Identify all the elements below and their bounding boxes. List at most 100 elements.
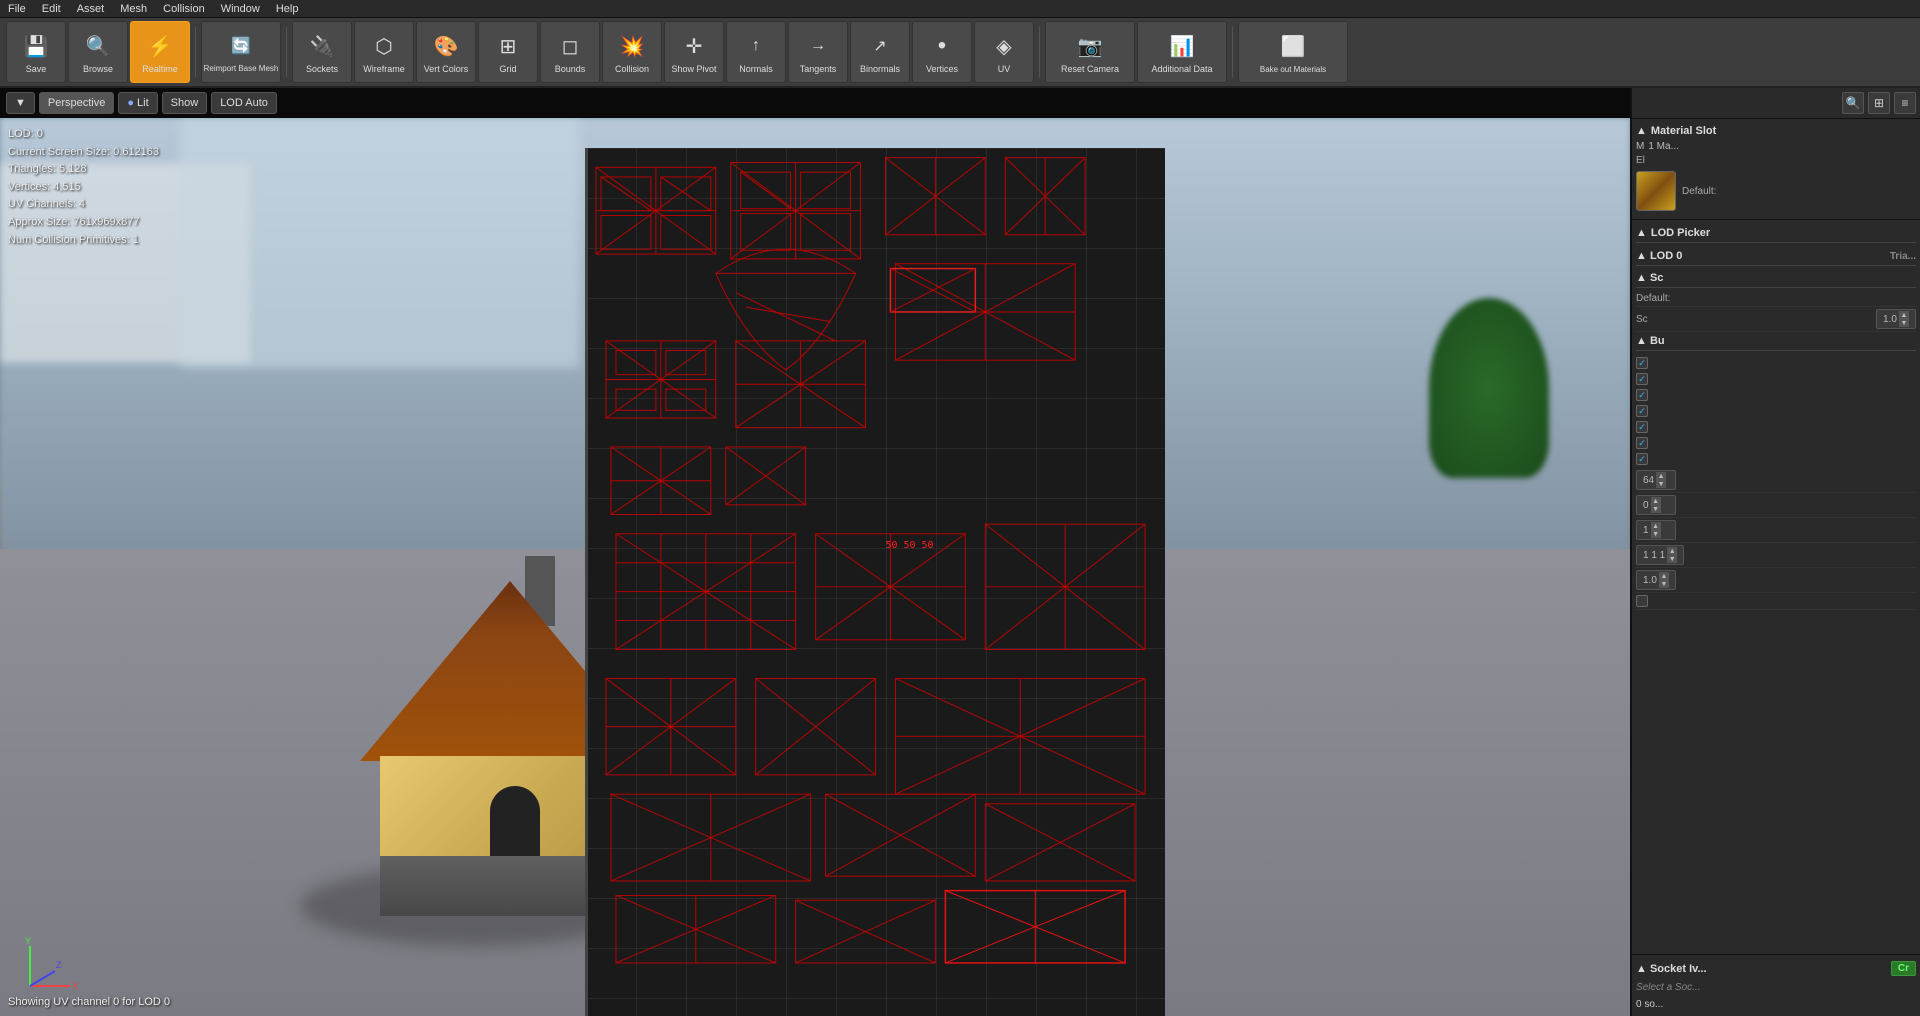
lod-val-64[interactable]: 64 ▲ ▼ bbox=[1636, 470, 1676, 490]
checkbox-1[interactable] bbox=[1636, 357, 1648, 369]
lit-label: Lit bbox=[137, 97, 149, 109]
binormals-button[interactable]: ↗ Binormals bbox=[850, 21, 910, 83]
rp-grid-button[interactable]: ⊞ bbox=[1868, 92, 1890, 114]
perspective-label: Perspective bbox=[48, 97, 105, 109]
lod-default-label: Default: bbox=[1636, 293, 1670, 304]
val64-down[interactable]: ▼ bbox=[1656, 480, 1666, 488]
stat-lod: LOD: 0 bbox=[8, 126, 159, 144]
perspective-button[interactable]: Perspective bbox=[39, 92, 114, 114]
uv-icon: ◈ bbox=[988, 30, 1020, 62]
socket-title-label: Socket Iv... bbox=[1650, 963, 1707, 975]
socket-empty-label: Select a Soc... bbox=[1636, 978, 1916, 997]
realtime-icon: ⚡ bbox=[144, 30, 176, 62]
menu-file[interactable]: File bbox=[8, 3, 26, 15]
material-swatch[interactable] bbox=[1636, 171, 1676, 211]
svg-text:X: X bbox=[72, 981, 78, 991]
show-pivot-button[interactable]: ✛ Show Pivot bbox=[664, 21, 724, 83]
additional-data-button[interactable]: 📊 Additional Data bbox=[1137, 21, 1227, 83]
lod-0-info: Tria... bbox=[1890, 251, 1916, 262]
scale-up-button[interactable]: ▲ bbox=[1899, 311, 1909, 319]
mat-el-label: El bbox=[1636, 154, 1916, 167]
checkbox-row-6 bbox=[1636, 436, 1916, 450]
sockets-button[interactable]: 🔌 Sockets bbox=[292, 21, 352, 83]
uv-panel[interactable]: 50 50 50 bbox=[585, 148, 1165, 1016]
material-slot-header[interactable]: ▲ Material Slot bbox=[1636, 123, 1916, 139]
viewport-dropdown-button[interactable]: ▼ bbox=[6, 92, 35, 114]
collision-label: Collision bbox=[615, 64, 649, 74]
viewport-area[interactable]: ▼ Perspective ● Lit Show LOD Auto LOD: 0… bbox=[0, 88, 1630, 1016]
vert-colors-button[interactable]: 🎨 Vert Colors bbox=[416, 21, 476, 83]
val111-up[interactable]: ▲ bbox=[1667, 547, 1677, 555]
lod-picker-title: ▲ LOD Picker bbox=[1636, 224, 1916, 243]
stat-triangles: Triangles: 5,128 bbox=[8, 161, 159, 179]
checkbox-6[interactable] bbox=[1636, 437, 1648, 449]
val0-down[interactable]: ▼ bbox=[1651, 505, 1661, 513]
val10-up[interactable]: ▲ bbox=[1659, 572, 1669, 580]
toolbar-separator-2 bbox=[286, 27, 287, 77]
viewport-axes: X Y Z bbox=[20, 936, 80, 996]
socket-create-button[interactable]: Cr bbox=[1891, 961, 1916, 976]
bounds-button[interactable]: ◻ Bounds bbox=[540, 21, 600, 83]
menu-edit[interactable]: Edit bbox=[42, 3, 61, 15]
val64-up[interactable]: ▲ bbox=[1656, 472, 1666, 480]
scale-down-button[interactable]: ▼ bbox=[1899, 319, 1909, 327]
checkbox-2[interactable] bbox=[1636, 373, 1648, 385]
grid-button[interactable]: ⊞ Grid bbox=[478, 21, 538, 83]
reset-camera-button[interactable]: 📷 Reset Camera bbox=[1045, 21, 1135, 83]
wireframe-icon: ⬡ bbox=[368, 30, 400, 62]
uv-button[interactable]: ◈ UV bbox=[974, 21, 1034, 83]
checkbox-final[interactable] bbox=[1636, 595, 1648, 607]
viewport-controls: ▼ Perspective ● Lit Show LOD Auto bbox=[0, 88, 1630, 118]
val111-down[interactable]: ▼ bbox=[1667, 555, 1677, 563]
menu-help[interactable]: Help bbox=[276, 3, 299, 15]
rp-search-button[interactable]: 🔍 bbox=[1842, 92, 1864, 114]
toolbar: 💾 Save 🔍 Browse ⚡ Realtime 🔄 Reimport Ba… bbox=[0, 18, 1920, 88]
realtime-button[interactable]: ⚡ Realtime bbox=[130, 21, 190, 83]
lod-val-1[interactable]: 1 ▲ ▼ bbox=[1636, 520, 1676, 540]
bake-out-button[interactable]: ⬜ Bake out Materials bbox=[1238, 21, 1348, 83]
reset-camera-label: Reset Camera bbox=[1061, 64, 1119, 74]
vertices-button[interactable]: • Vertices bbox=[912, 21, 972, 83]
material-slot-title: Material Slot bbox=[1651, 125, 1716, 137]
reimport-icon: 🔄 bbox=[225, 30, 257, 62]
tangents-icon: → bbox=[802, 30, 834, 62]
mat-slot-label: 1 Ma... bbox=[1648, 141, 1679, 152]
val1-down[interactable]: ▼ bbox=[1651, 530, 1661, 538]
lit-button[interactable]: ● Lit bbox=[118, 92, 157, 114]
stat-screen-size: Current Screen Size: 0.612163 bbox=[8, 144, 159, 162]
lod-scale-value[interactable]: 1.0 ▲ ▼ bbox=[1876, 309, 1916, 329]
save-button[interactable]: 💾 Save bbox=[6, 21, 66, 83]
browse-button[interactable]: 🔍 Browse bbox=[68, 21, 128, 83]
val1-up[interactable]: ▲ bbox=[1651, 522, 1661, 530]
normals-button[interactable]: ↑ Normals bbox=[726, 21, 786, 83]
checkbox-3[interactable] bbox=[1636, 389, 1648, 401]
tangents-button[interactable]: → Tangents bbox=[788, 21, 848, 83]
lod-picker-section[interactable]: ▲ LOD Picker ▲ LOD 0 Tria... ▲ Sc Defaul… bbox=[1632, 220, 1920, 954]
checkbox-7[interactable] bbox=[1636, 453, 1648, 465]
show-button[interactable]: Show bbox=[162, 92, 208, 114]
checkbox-row-3 bbox=[1636, 388, 1916, 402]
lod-sc-label: ▲ Sc bbox=[1636, 272, 1663, 284]
val10-down[interactable]: ▼ bbox=[1659, 580, 1669, 588]
lod-val-0[interactable]: 0 ▲ ▼ bbox=[1636, 495, 1676, 515]
menu-window[interactable]: Window bbox=[221, 3, 260, 15]
collision-button[interactable]: 💥 Collision bbox=[602, 21, 662, 83]
wireframe-button[interactable]: ⬡ Wireframe bbox=[354, 21, 414, 83]
menu-mesh[interactable]: Mesh bbox=[120, 3, 147, 15]
lod-val-10[interactable]: 1.0 ▲ ▼ bbox=[1636, 570, 1676, 590]
rp-list-button[interactable]: ≡ bbox=[1894, 92, 1916, 114]
lod-val-111[interactable]: 1 1 1 ▲ ▼ bbox=[1636, 545, 1684, 565]
uv-channel-info: Showing UV channel 0 for LOD 0 bbox=[8, 996, 170, 1008]
checkbox-4[interactable] bbox=[1636, 405, 1648, 417]
view-divider[interactable] bbox=[585, 148, 588, 1016]
material-slot-section: ▲ Material Slot M 1 Ma... El Default: bbox=[1632, 119, 1920, 220]
normals-label: Normals bbox=[739, 64, 773, 74]
checkbox-5[interactable] bbox=[1636, 421, 1648, 433]
reimport-button[interactable]: 🔄 Reimport Base Mesh bbox=[201, 21, 281, 83]
right-panel-toolbar: 🔍 ⊞ ≡ bbox=[1632, 88, 1920, 119]
menu-collision[interactable]: Collision bbox=[163, 3, 205, 15]
val0-up[interactable]: ▲ bbox=[1651, 497, 1661, 505]
lod-auto-button[interactable]: LOD Auto bbox=[211, 92, 277, 114]
menu-asset[interactable]: Asset bbox=[77, 3, 105, 15]
viewport-3d[interactable]: X Y Z bbox=[0, 118, 1630, 1016]
